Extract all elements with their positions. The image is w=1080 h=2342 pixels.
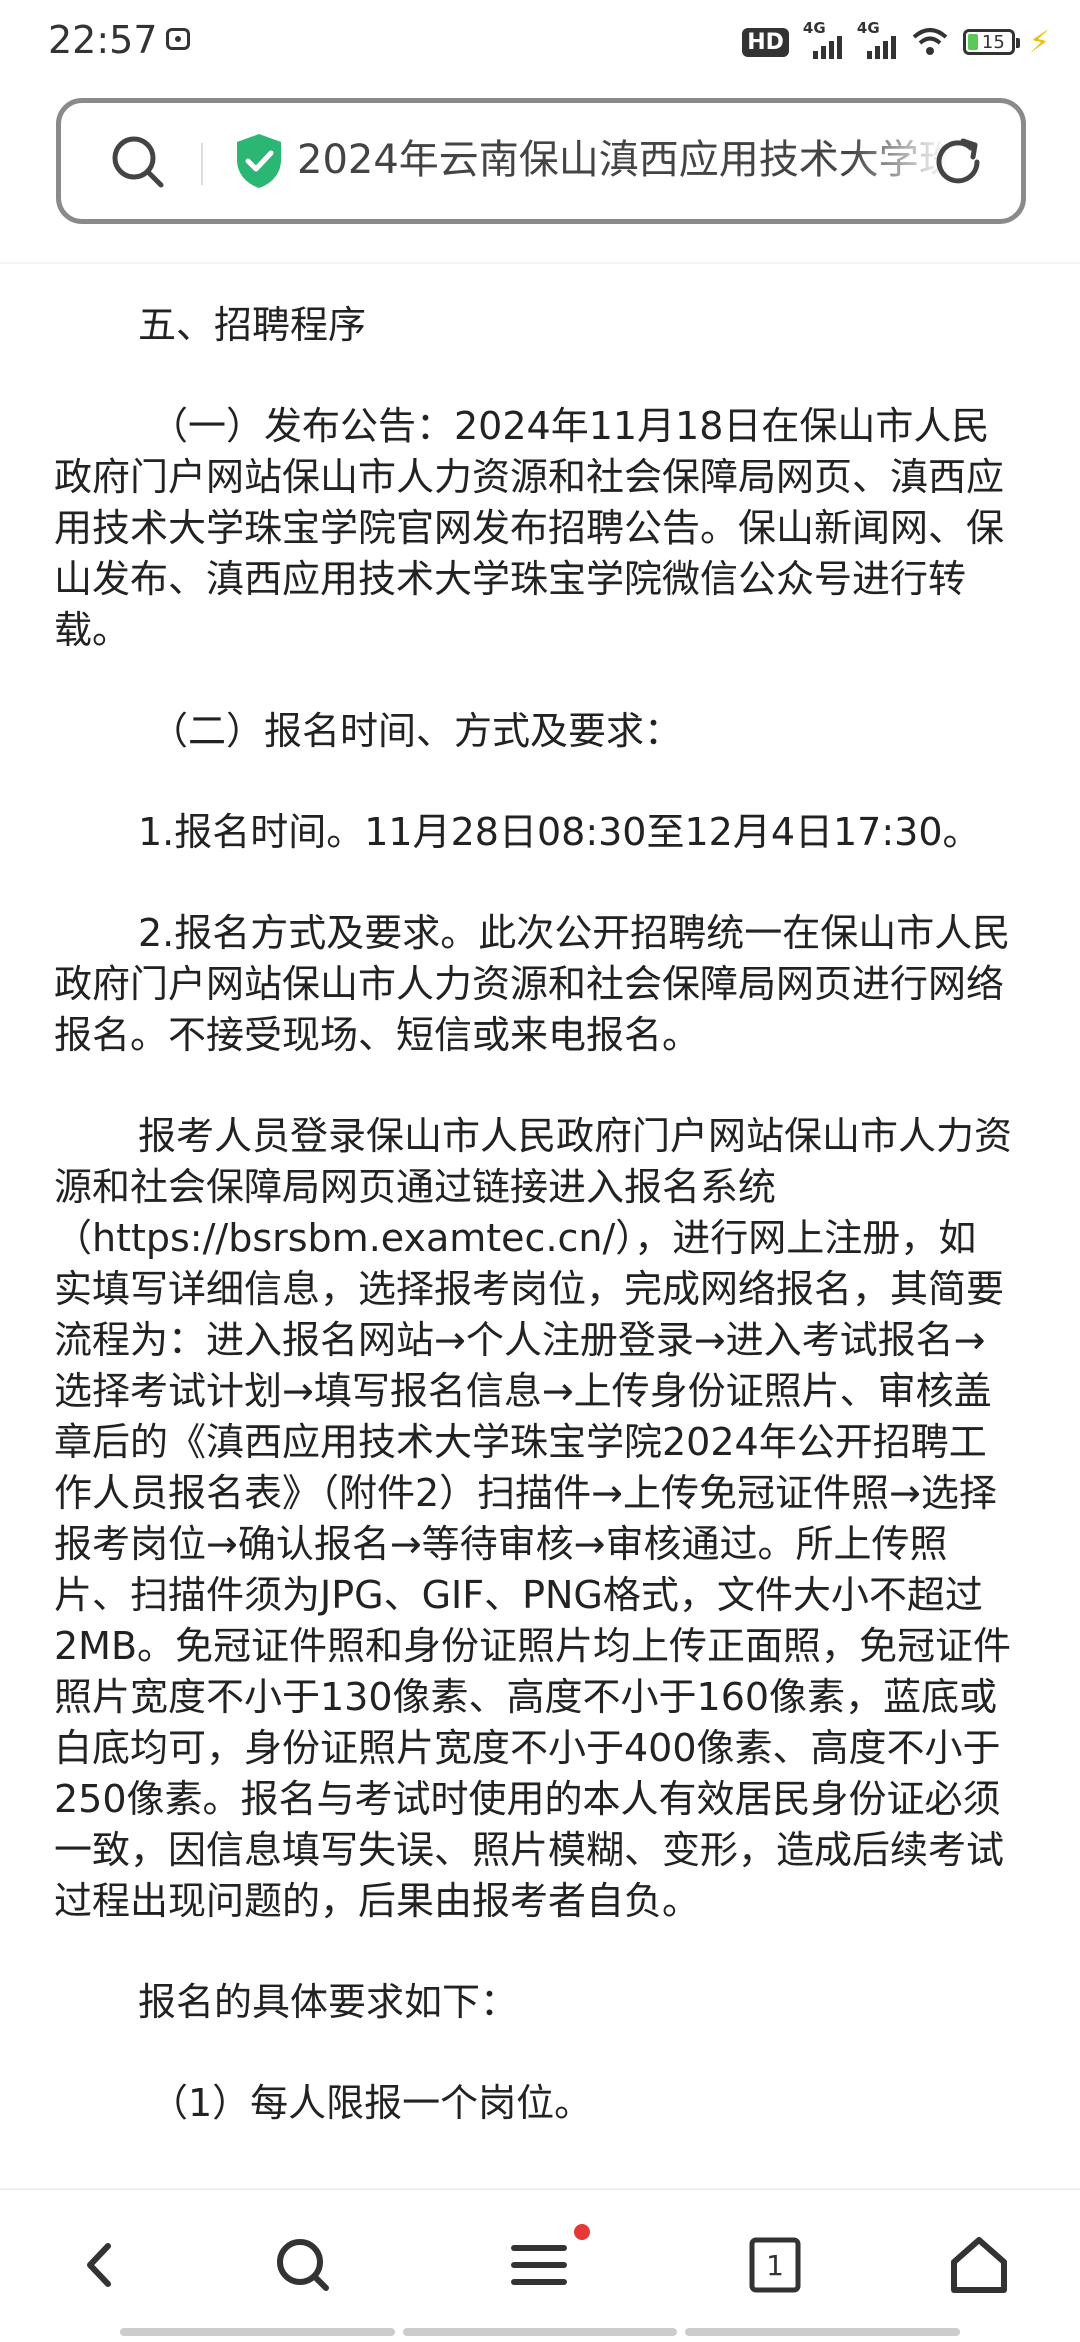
indicator-segment xyxy=(120,2328,395,2336)
tabs-button[interactable]: 1 xyxy=(740,2230,810,2300)
menu-button[interactable] xyxy=(504,2230,574,2300)
battery-level: 15 xyxy=(981,31,1005,53)
status-bar: 22:57 HD 4G 4G 15 ⚡ xyxy=(0,0,1080,90)
paragraph-registration-heading: （二）报名时间、方式及要求： xyxy=(150,709,683,753)
cell-signal-1-icon: 4G xyxy=(803,19,843,59)
bottom-navigation: 1 xyxy=(0,2188,1080,2342)
back-button[interactable] xyxy=(66,2230,136,2300)
address-bar[interactable]: 2024年云南保山滇西应用技术大学珠宝学院 xyxy=(56,98,1026,224)
status-icons: HD 4G 4G 15 ⚡ xyxy=(742,19,1050,62)
menu-notification-dot xyxy=(574,2224,590,2240)
indicator-segment xyxy=(685,2328,961,2336)
tab-count: 1 xyxy=(766,2248,784,2282)
gesture-indicator-bar xyxy=(120,2328,961,2336)
back-arrow-icon xyxy=(87,2243,111,2287)
page-title-url[interactable]: 2024年云南保山滇西应用技术大学珠宝学院 xyxy=(297,129,947,191)
search-icon xyxy=(277,2239,329,2291)
indicator-segment xyxy=(402,2328,678,2336)
address-divider xyxy=(201,143,203,185)
battery-icon: 15 xyxy=(962,29,1020,55)
paragraph-requirements-heading: 报名的具体要求如下： xyxy=(138,1980,519,2024)
notification-app-icon xyxy=(166,28,190,50)
search-button[interactable] xyxy=(268,2230,338,2300)
paragraph-registration-method: 2.报名方式及要求。此次公开招聘统一在保山市人民政府门户网站保山市人力资源和社会… xyxy=(54,911,1011,1057)
hd-voice-icon: HD xyxy=(742,27,789,57)
status-time: 22:57 xyxy=(48,18,158,62)
menu-icon xyxy=(511,2245,567,2285)
home-icon xyxy=(951,2237,1007,2293)
paragraph-announcement: （一）发布公告：2024年11月18日在保山市人民政府门户网站保山市人力资源和社… xyxy=(54,404,1005,652)
cell-signal-2-icon: 4G xyxy=(857,19,897,59)
paragraph-registration-time: 1.报名时间。11月28日08:30至12月4日17:30。 xyxy=(138,810,981,854)
section-heading: 五、招聘程序 xyxy=(138,303,367,347)
paragraph-registration-process: 报考人员登录保山市人民政府门户网站保山市人力资源和社会保障局网页通过链接进入报名… xyxy=(54,1114,1013,1923)
refresh-icon[interactable] xyxy=(927,131,989,193)
home-button[interactable] xyxy=(944,2230,1014,2300)
charging-icon: ⚡ xyxy=(1028,24,1050,60)
wifi-icon xyxy=(911,25,949,59)
header-separator xyxy=(0,262,1080,264)
article-content: 五、招聘程序 （一）发布公告：2024年11月18日在保山市人民政府门户网站保山… xyxy=(54,300,1014,2129)
secure-shield-icon xyxy=(231,131,287,191)
paragraph-requirement-1: （1）每人限报一个岗位。 xyxy=(150,2081,593,2125)
search-icon[interactable] xyxy=(107,131,167,191)
